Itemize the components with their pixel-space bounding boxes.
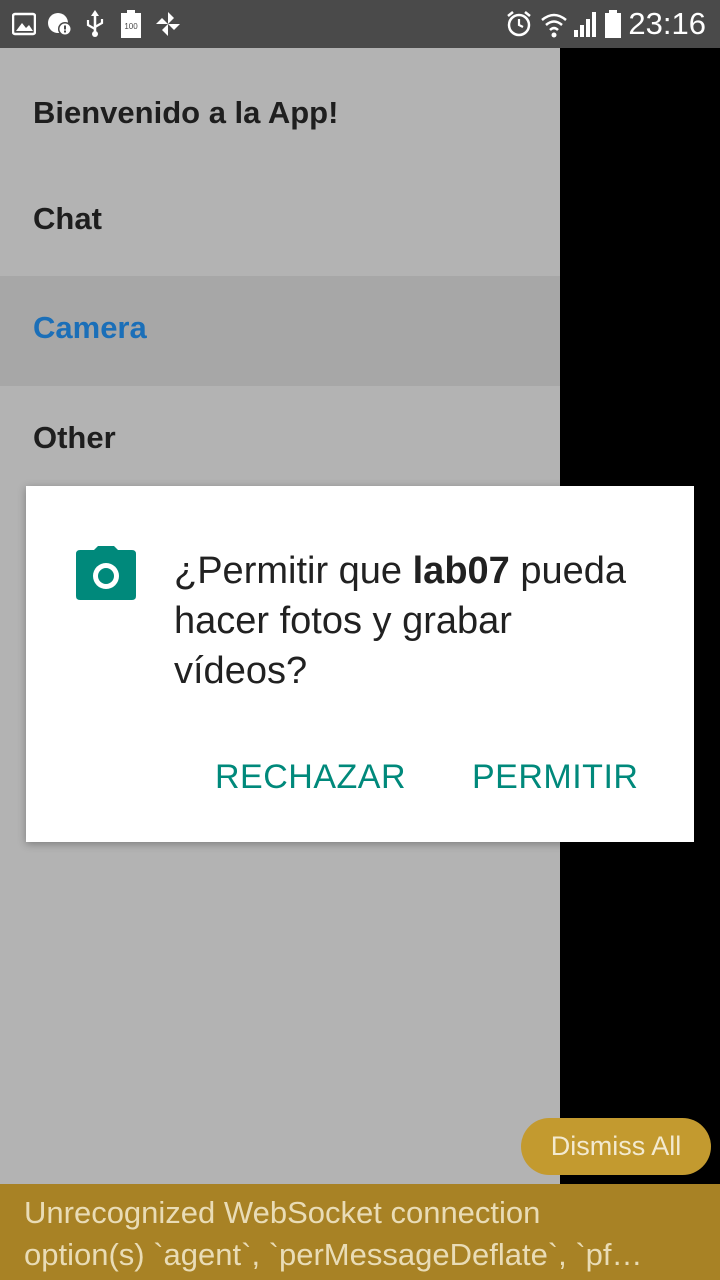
clock-time: 23:16	[628, 6, 706, 41]
menu-item-chat[interactable]: Chat	[0, 167, 560, 277]
menu-item-camera[interactable]: Camera	[0, 276, 560, 386]
gallery-icon	[12, 12, 36, 36]
menu-item-label: Camera	[33, 310, 147, 345]
pinwheel-icon	[156, 12, 180, 36]
menu-item-other[interactable]: Other	[0, 386, 560, 496]
alert-bubble-icon	[48, 13, 72, 36]
permission-message: ¿Permitir que lab07 pueda hacer fotos y …	[174, 550, 627, 692]
drawer-title: Bienvenido a la App!	[33, 95, 339, 130]
warning-message: Unrecognized WebSocket connection option…	[24, 1195, 643, 1272]
battery-icon	[605, 10, 621, 38]
wifi-icon	[541, 13, 567, 38]
battery-100-icon: 100	[121, 10, 141, 38]
status-bar: 100 23:16	[0, 0, 720, 48]
allow-button[interactable]: PERMITIR	[472, 758, 638, 797]
deny-button[interactable]: RECHAZAR	[215, 758, 406, 797]
dismiss-all-button[interactable]: Dismiss All	[521, 1118, 711, 1175]
menu-item-label: Chat	[33, 201, 102, 236]
menu-item-label: Other	[33, 420, 116, 455]
alarm-icon	[507, 11, 531, 37]
warning-banner[interactable]: Unrecognized WebSocket connection option…	[0, 1184, 720, 1280]
usb-icon	[86, 10, 104, 37]
battery-badge-text: 100	[124, 22, 138, 31]
permission-dialog: ¿Permitir que lab07 pueda hacer fotos y …	[26, 486, 694, 842]
camera-icon	[76, 546, 136, 600]
signal-icon	[574, 12, 596, 37]
app-name: lab07	[412, 550, 510, 592]
